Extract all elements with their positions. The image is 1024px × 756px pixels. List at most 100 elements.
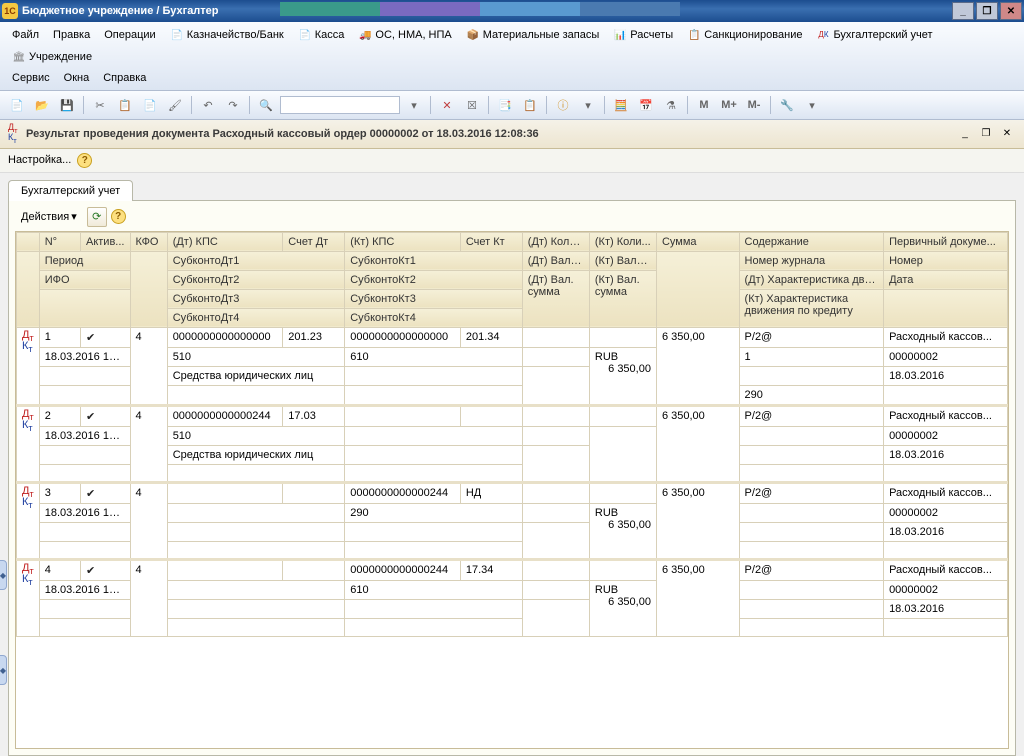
menu-окна[interactable]: Окна <box>58 69 96 87</box>
paste-icon[interactable]: 📄 <box>139 94 161 116</box>
col-dt-char[interactable]: (Дт) Характеристика дви... <box>739 270 884 289</box>
col-subkt4[interactable]: СубконтоКт4 <box>345 308 523 327</box>
col-marker[interactable] <box>17 232 40 251</box>
redo-icon[interactable]: ↷ <box>222 94 244 116</box>
data-grid[interactable]: N° Актив... КФО (Дт) КПС Счет Дт (Кт) КП… <box>15 231 1009 749</box>
m-icon[interactable]: M <box>693 94 715 116</box>
dropdown3-icon[interactable]: ▾ <box>801 94 823 116</box>
col-kfo[interactable]: КФО <box>130 232 167 251</box>
menu-правка[interactable]: Правка <box>47 26 96 44</box>
actions-menu[interactable]: Действия ▾ <box>15 208 83 225</box>
col-journal-num[interactable]: Номер журнала <box>739 251 884 270</box>
cell-skt1: 290 <box>345 503 523 522</box>
mminus-icon[interactable]: M- <box>743 94 765 116</box>
col-schet-kt[interactable]: Счет Кт <box>460 232 522 251</box>
copy2-icon[interactable]: 📑 <box>494 94 516 116</box>
menu-сервис[interactable]: Сервис <box>6 69 56 87</box>
col-kt-cur[interactable]: (Кт) Валю... <box>589 251 656 270</box>
tab-accounting[interactable]: Бухгалтерский учет <box>8 180 133 201</box>
filter-icon[interactable]: ⚗ <box>660 94 682 116</box>
menu-учреждение[interactable]: 🏛Учреждение <box>6 47 98 67</box>
table-row[interactable]: ДтКт 3 ✔ 4 0000000000000244 НД 6 350,00 … <box>17 482 1008 503</box>
col-schet-dt[interactable]: Счет Дт <box>283 232 345 251</box>
menu-справка[interactable]: Справка <box>97 69 152 87</box>
splitter-handle-2[interactable]: ◆ <box>0 655 7 685</box>
calc-icon[interactable]: 🧮 <box>610 94 632 116</box>
paste2-icon[interactable]: 📋 <box>519 94 541 116</box>
col-content[interactable]: Содержание <box>739 232 884 251</box>
col-kt-cur-sum[interactable]: (Кт) Вал. сумма <box>589 270 656 327</box>
col-subkt3[interactable]: СубконтоКт3 <box>345 289 523 308</box>
col-period[interactable]: Период <box>39 251 130 270</box>
splitter-handle-1[interactable]: ◆ <box>0 560 7 590</box>
search-icon[interactable]: 🔍 <box>255 94 277 116</box>
doc-minimize-button[interactable]: _ <box>956 126 974 142</box>
col-dt-cur-sum[interactable]: (Дт) Вал. сумма <box>522 270 589 327</box>
cell-sdt3 <box>167 385 345 405</box>
table-row[interactable]: ДтКт 1 ✔ 4 0000000000000000 201.23 00000… <box>17 327 1008 347</box>
open-icon[interactable]: 📂 <box>31 94 53 116</box>
col-sum[interactable]: Сумма <box>656 232 739 251</box>
menu-расчеты[interactable]: 📊Расчеты <box>607 25 679 45</box>
cell-content: Р/2@ <box>739 559 884 580</box>
settings-icon[interactable]: 🔧 <box>776 94 798 116</box>
undo-icon[interactable]: ↶ <box>197 94 219 116</box>
dropdown2-icon[interactable]: ▾ <box>577 94 599 116</box>
col-subdt3[interactable]: СубконтоДт3 <box>167 289 345 308</box>
save-icon[interactable]: 💾 <box>56 94 78 116</box>
brush-icon[interactable]: 🖌 <box>164 94 186 116</box>
col-subdt1[interactable]: СубконтоДт1 <box>167 251 345 270</box>
table-row[interactable]: ДтКт 4 ✔ 4 0000000000000244 17.34 6 350,… <box>17 559 1008 580</box>
menu-ос-нма-нпа[interactable]: 🚚ОС, НМА, НПА <box>352 25 457 45</box>
menu-казначейство-банк[interactable]: 📄Казначейство/Банк <box>164 25 290 45</box>
cell-sdt3 <box>167 541 345 559</box>
search-input[interactable] <box>280 96 400 114</box>
col-date[interactable]: Дата <box>884 270 1008 289</box>
col-active[interactable]: Актив... <box>80 232 130 251</box>
col-ifo[interactable]: ИФО <box>39 270 130 289</box>
dropdown-icon[interactable]: ▾ <box>403 94 425 116</box>
col-doc-num[interactable]: Номер <box>884 251 1008 270</box>
col-subdt4[interactable]: СубконтоДт4 <box>167 308 345 327</box>
col-dt-cur[interactable]: (Дт) Валю... <box>522 251 589 270</box>
table-row[interactable]: ДтКт 2 ✔ 4 0000000000000244 17.03 6 350,… <box>17 405 1008 426</box>
col-kt-kps[interactable]: (Кт) КПС <box>345 232 461 251</box>
calendar-icon[interactable]: 📅 <box>635 94 657 116</box>
info-icon[interactable]: ⓘ <box>552 94 574 116</box>
menu-файл[interactable]: Файл <box>6 26 45 44</box>
doc-close-button[interactable]: ✕ <box>998 126 1016 142</box>
minimize-button[interactable]: _ <box>952 2 974 20</box>
restore-button[interactable]: ❐ <box>976 2 998 20</box>
delete-icon[interactable]: ✕ <box>436 94 458 116</box>
menu-бухгалтерский-учет[interactable]: ДКБухгалтерский учет <box>810 25 938 45</box>
cut-icon[interactable]: ✂ <box>89 94 111 116</box>
col-subkt2[interactable]: СубконтоКт2 <box>345 270 523 289</box>
col-kt-qty[interactable]: (Кт) Коли... <box>589 232 656 251</box>
cell-skt3 <box>345 385 523 405</box>
close-button[interactable]: ✕ <box>1000 2 1022 20</box>
col-dt-qty[interactable]: (Дт) Коли... <box>522 232 589 251</box>
col-num[interactable]: N° <box>39 232 80 251</box>
new-doc-icon[interactable]: 📄 <box>6 94 28 116</box>
menu-label: Файл <box>12 29 39 41</box>
cell-pdoc: Расходный кассов... <box>884 327 1008 347</box>
col-kt-char[interactable]: (Кт) Характеристика движения по кредиту <box>739 289 884 327</box>
col-subkt1[interactable]: СубконтоКт1 <box>345 251 523 270</box>
panel-help-icon[interactable]: ? <box>111 209 126 224</box>
cell-content: Р/2@ <box>739 405 884 426</box>
copy-icon[interactable]: 📋 <box>114 94 136 116</box>
close-all-icon[interactable]: ☒ <box>461 94 483 116</box>
menu-санкционирование[interactable]: 📋Санкционирование <box>681 25 808 45</box>
col-subdt2[interactable]: СубконтоДт2 <box>167 270 345 289</box>
menu-операции[interactable]: Операции <box>98 26 161 44</box>
col-dt-kps[interactable]: (Дт) КПС <box>167 232 283 251</box>
refresh-button[interactable]: ⟳ <box>87 207 107 227</box>
menu-касса[interactable]: 📄Касса <box>292 25 351 45</box>
help-icon[interactable]: ? <box>77 153 92 168</box>
settings-link[interactable]: Настройка... <box>8 154 71 166</box>
doc-restore-button[interactable]: ❐ <box>977 126 995 142</box>
menu-материальные-запасы[interactable]: 📦Материальные запасы <box>460 25 606 45</box>
col-primary-doc[interactable]: Первичный докуме... <box>884 232 1008 251</box>
mplus-icon[interactable]: M+ <box>718 94 740 116</box>
menu-label: Учреждение <box>29 51 92 63</box>
